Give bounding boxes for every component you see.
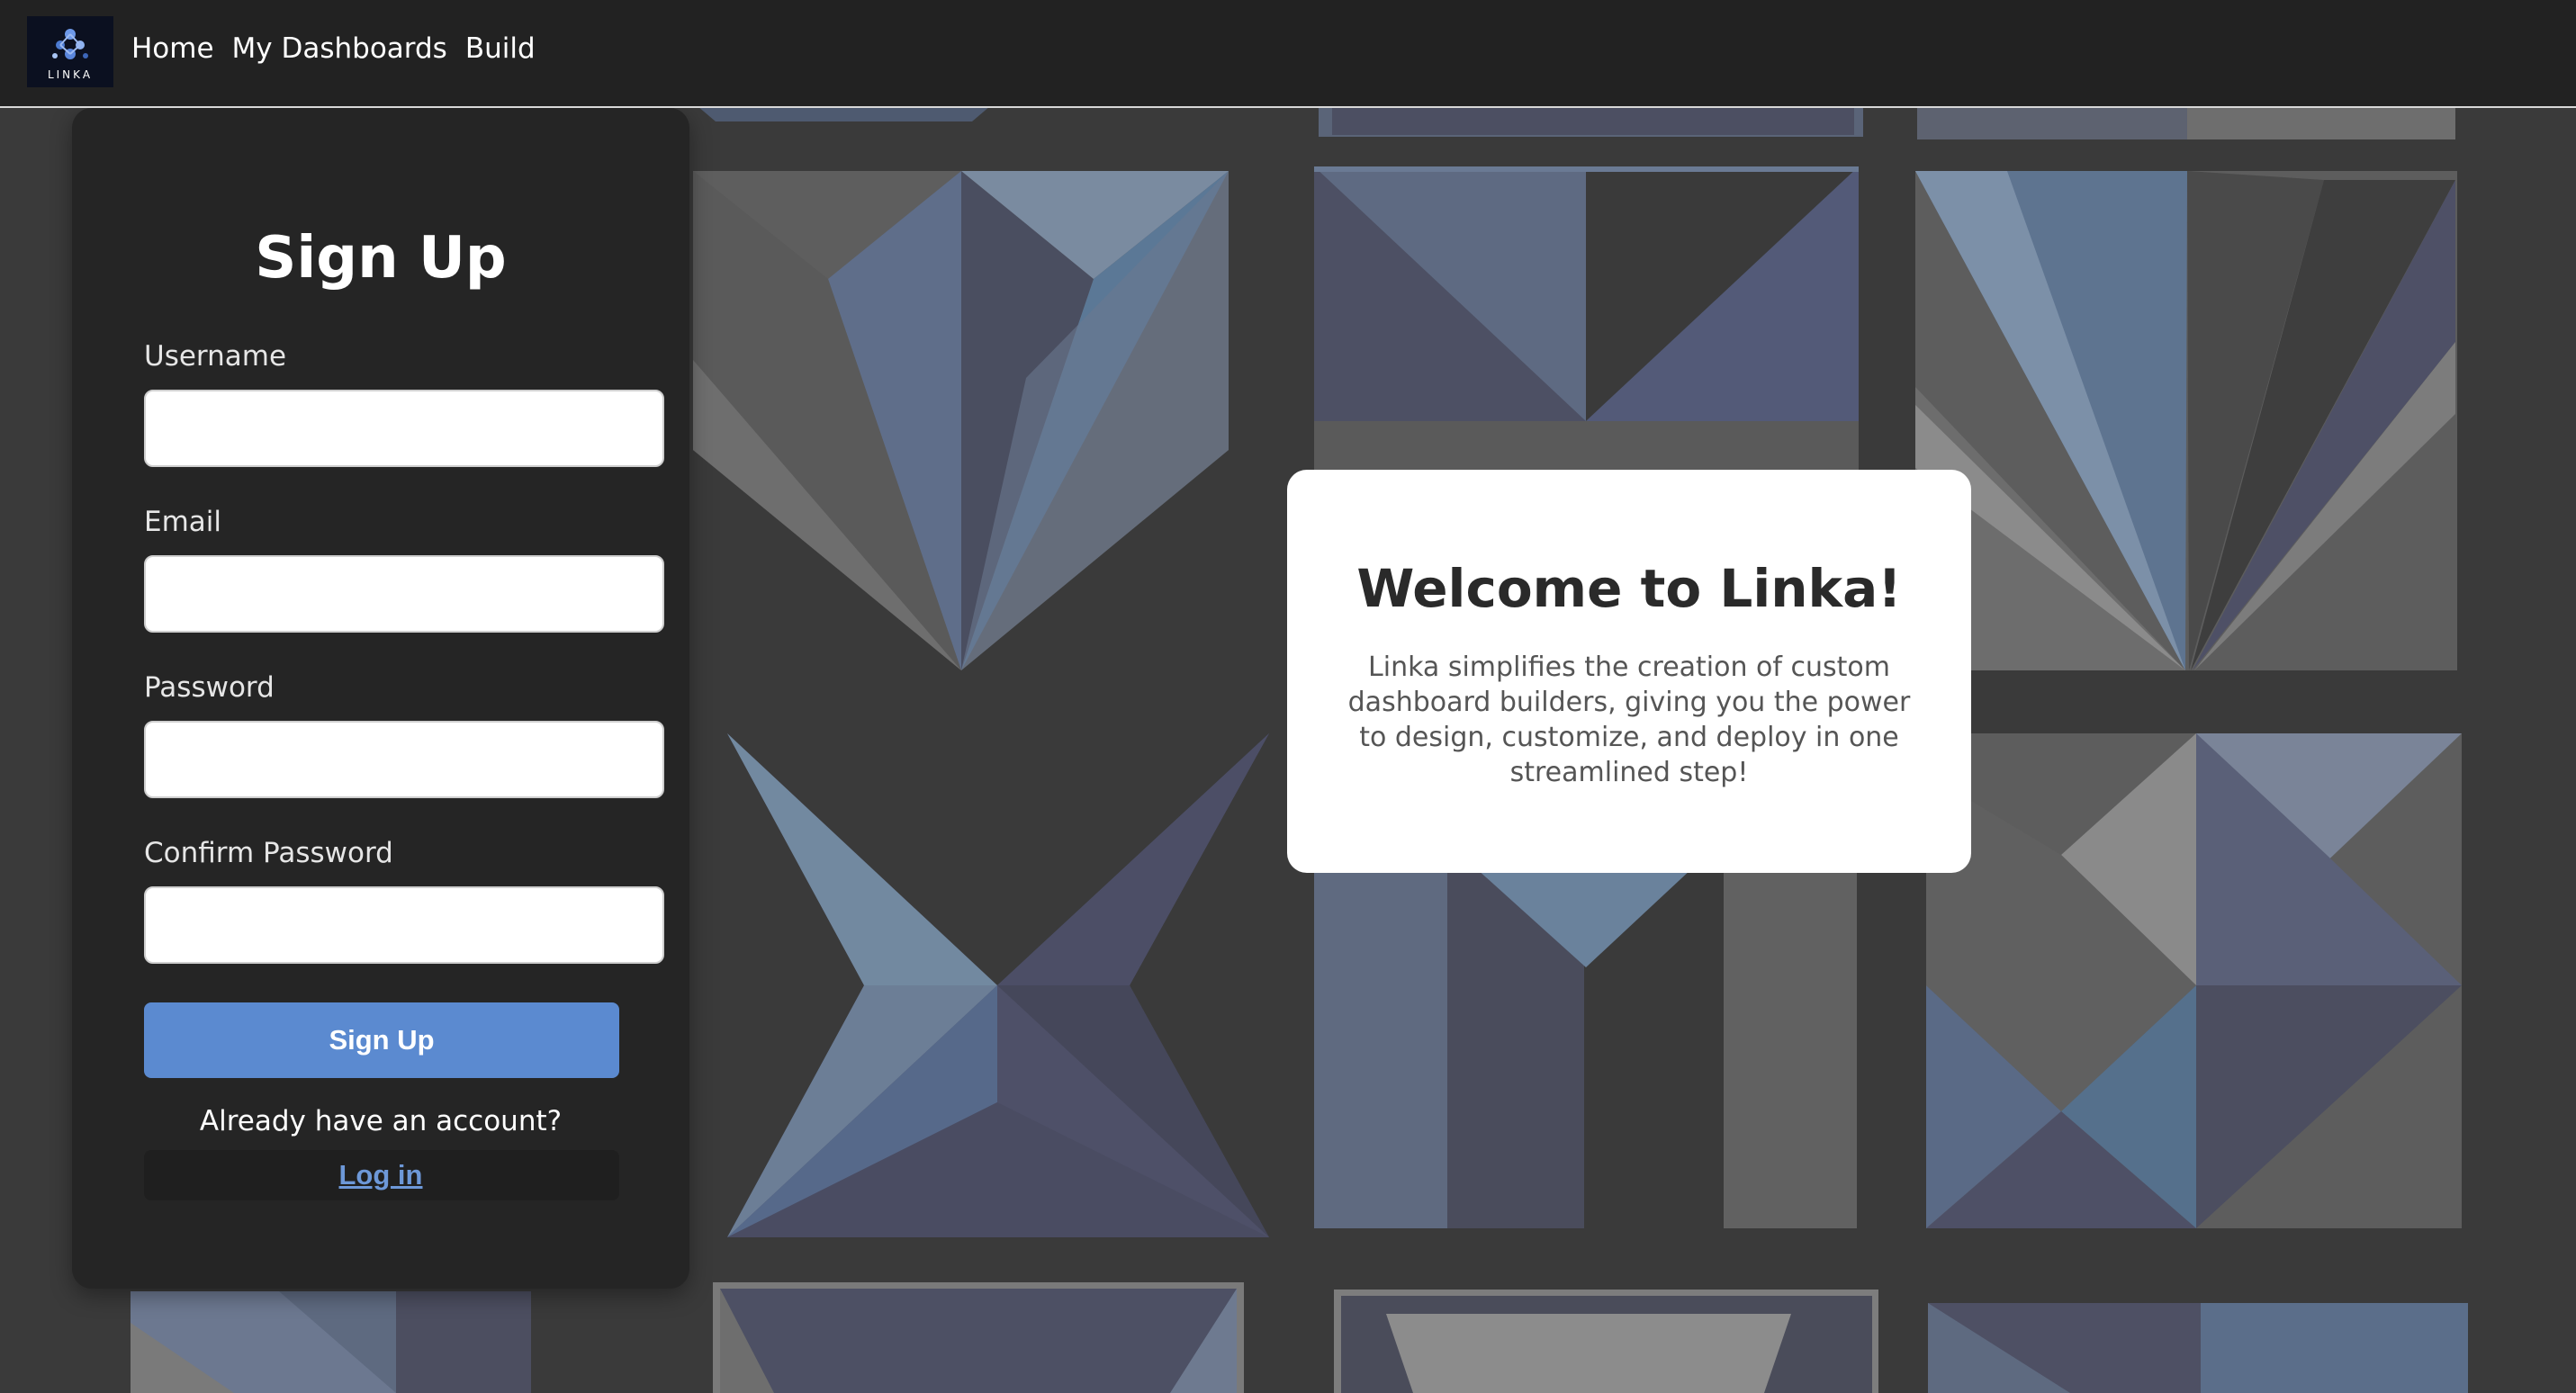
confirm-password-label: Confirm Password bbox=[144, 837, 393, 869]
welcome-description: Linka simplifies the creation of custom … bbox=[1347, 652, 1911, 788]
logo-icon bbox=[52, 28, 88, 59]
nav-link-build[interactable]: Build bbox=[465, 32, 536, 65]
welcome-card: Welcome to Linka! Linka simplifies the c… bbox=[1287, 470, 1971, 873]
signup-panel: Sign Up Username Email Password Confirm … bbox=[72, 108, 689, 1289]
confirm-password-input[interactable] bbox=[144, 886, 664, 964]
signup-title: Sign Up bbox=[255, 225, 507, 292]
welcome-title: Welcome to Linka! bbox=[1356, 558, 1902, 619]
signup-button[interactable]: Sign Up bbox=[144, 1002, 619, 1078]
login-link[interactable]: Log in bbox=[72, 1159, 689, 1191]
username-input[interactable] bbox=[144, 390, 664, 467]
username-label: Username bbox=[144, 340, 287, 373]
nav-link-my-dashboards[interactable]: My Dashboards bbox=[232, 32, 447, 65]
nav-links: Home My Dashboards Build bbox=[131, 32, 536, 65]
password-label: Password bbox=[144, 671, 275, 704]
email-input[interactable] bbox=[144, 555, 664, 633]
email-label: Email bbox=[144, 506, 222, 538]
nav-link-home[interactable]: Home bbox=[131, 32, 214, 65]
already-have-account-text: Already have an account? bbox=[199, 1105, 563, 1137]
linka-logo[interactable]: LINKA bbox=[27, 16, 113, 87]
top-navbar: LINKA Home My Dashboards Build bbox=[0, 0, 2576, 108]
password-input[interactable] bbox=[144, 721, 664, 798]
logo-text: LINKA bbox=[47, 67, 94, 81]
